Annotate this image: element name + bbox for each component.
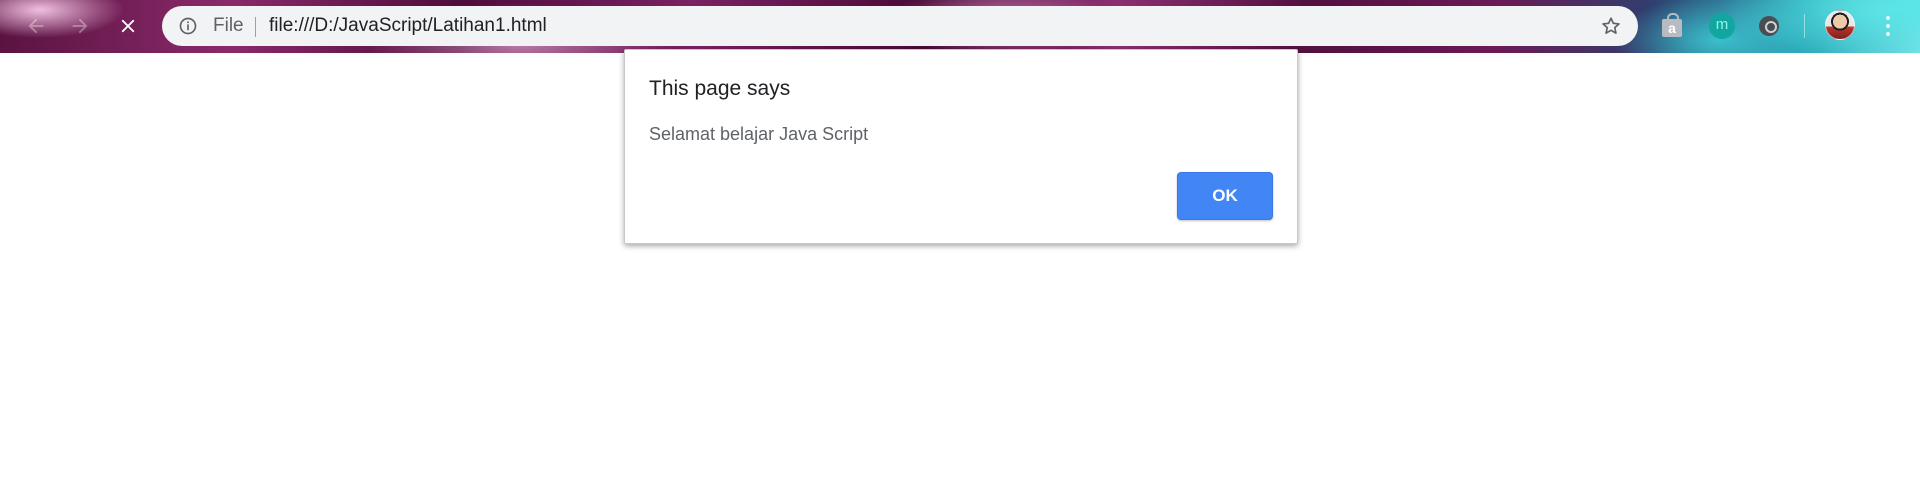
info-icon[interactable] (178, 16, 198, 36)
profile-avatar[interactable] (1825, 10, 1855, 40)
lightbulb-icon (1759, 16, 1779, 36)
back-button[interactable] (20, 10, 52, 42)
scheme-chip[interactable]: File (213, 16, 244, 36)
more-vert-icon[interactable] (1876, 12, 1900, 40)
stop-icon (117, 15, 139, 37)
extension-a-letter: a (1668, 20, 1676, 36)
forward-button[interactable] (64, 10, 96, 42)
extension-m-button[interactable]: m (1708, 12, 1736, 40)
browser-toolbar: File file:///D:/JavaScript/Latihan1.html… (0, 0, 1920, 53)
extension-m-icon: m (1709, 13, 1735, 39)
url-text[interactable]: file:///D:/JavaScript/Latihan1.html (269, 16, 547, 36)
extension-bulb-button[interactable] (1755, 12, 1783, 40)
forward-arrow-icon (69, 15, 91, 37)
back-arrow-icon (25, 15, 47, 37)
stop-button[interactable] (112, 10, 144, 42)
dialog-message: Selamat belajar Java Script (649, 124, 869, 144)
star-icon[interactable] (1600, 15, 1622, 37)
extension-a-button[interactable]: a (1658, 12, 1686, 40)
shopping-bag-icon: a (1662, 13, 1682, 37)
dialog-title: This page says (649, 77, 791, 100)
omnibox-divider (255, 17, 256, 37)
toolbar-divider (1804, 14, 1805, 38)
address-bar[interactable]: File file:///D:/JavaScript/Latihan1.html (162, 6, 1638, 46)
ok-button[interactable]: OK (1177, 172, 1273, 220)
extension-m-letter: m (1715, 16, 1729, 33)
alert-dialog: This page says Selamat belajar Java Scri… (624, 49, 1298, 244)
